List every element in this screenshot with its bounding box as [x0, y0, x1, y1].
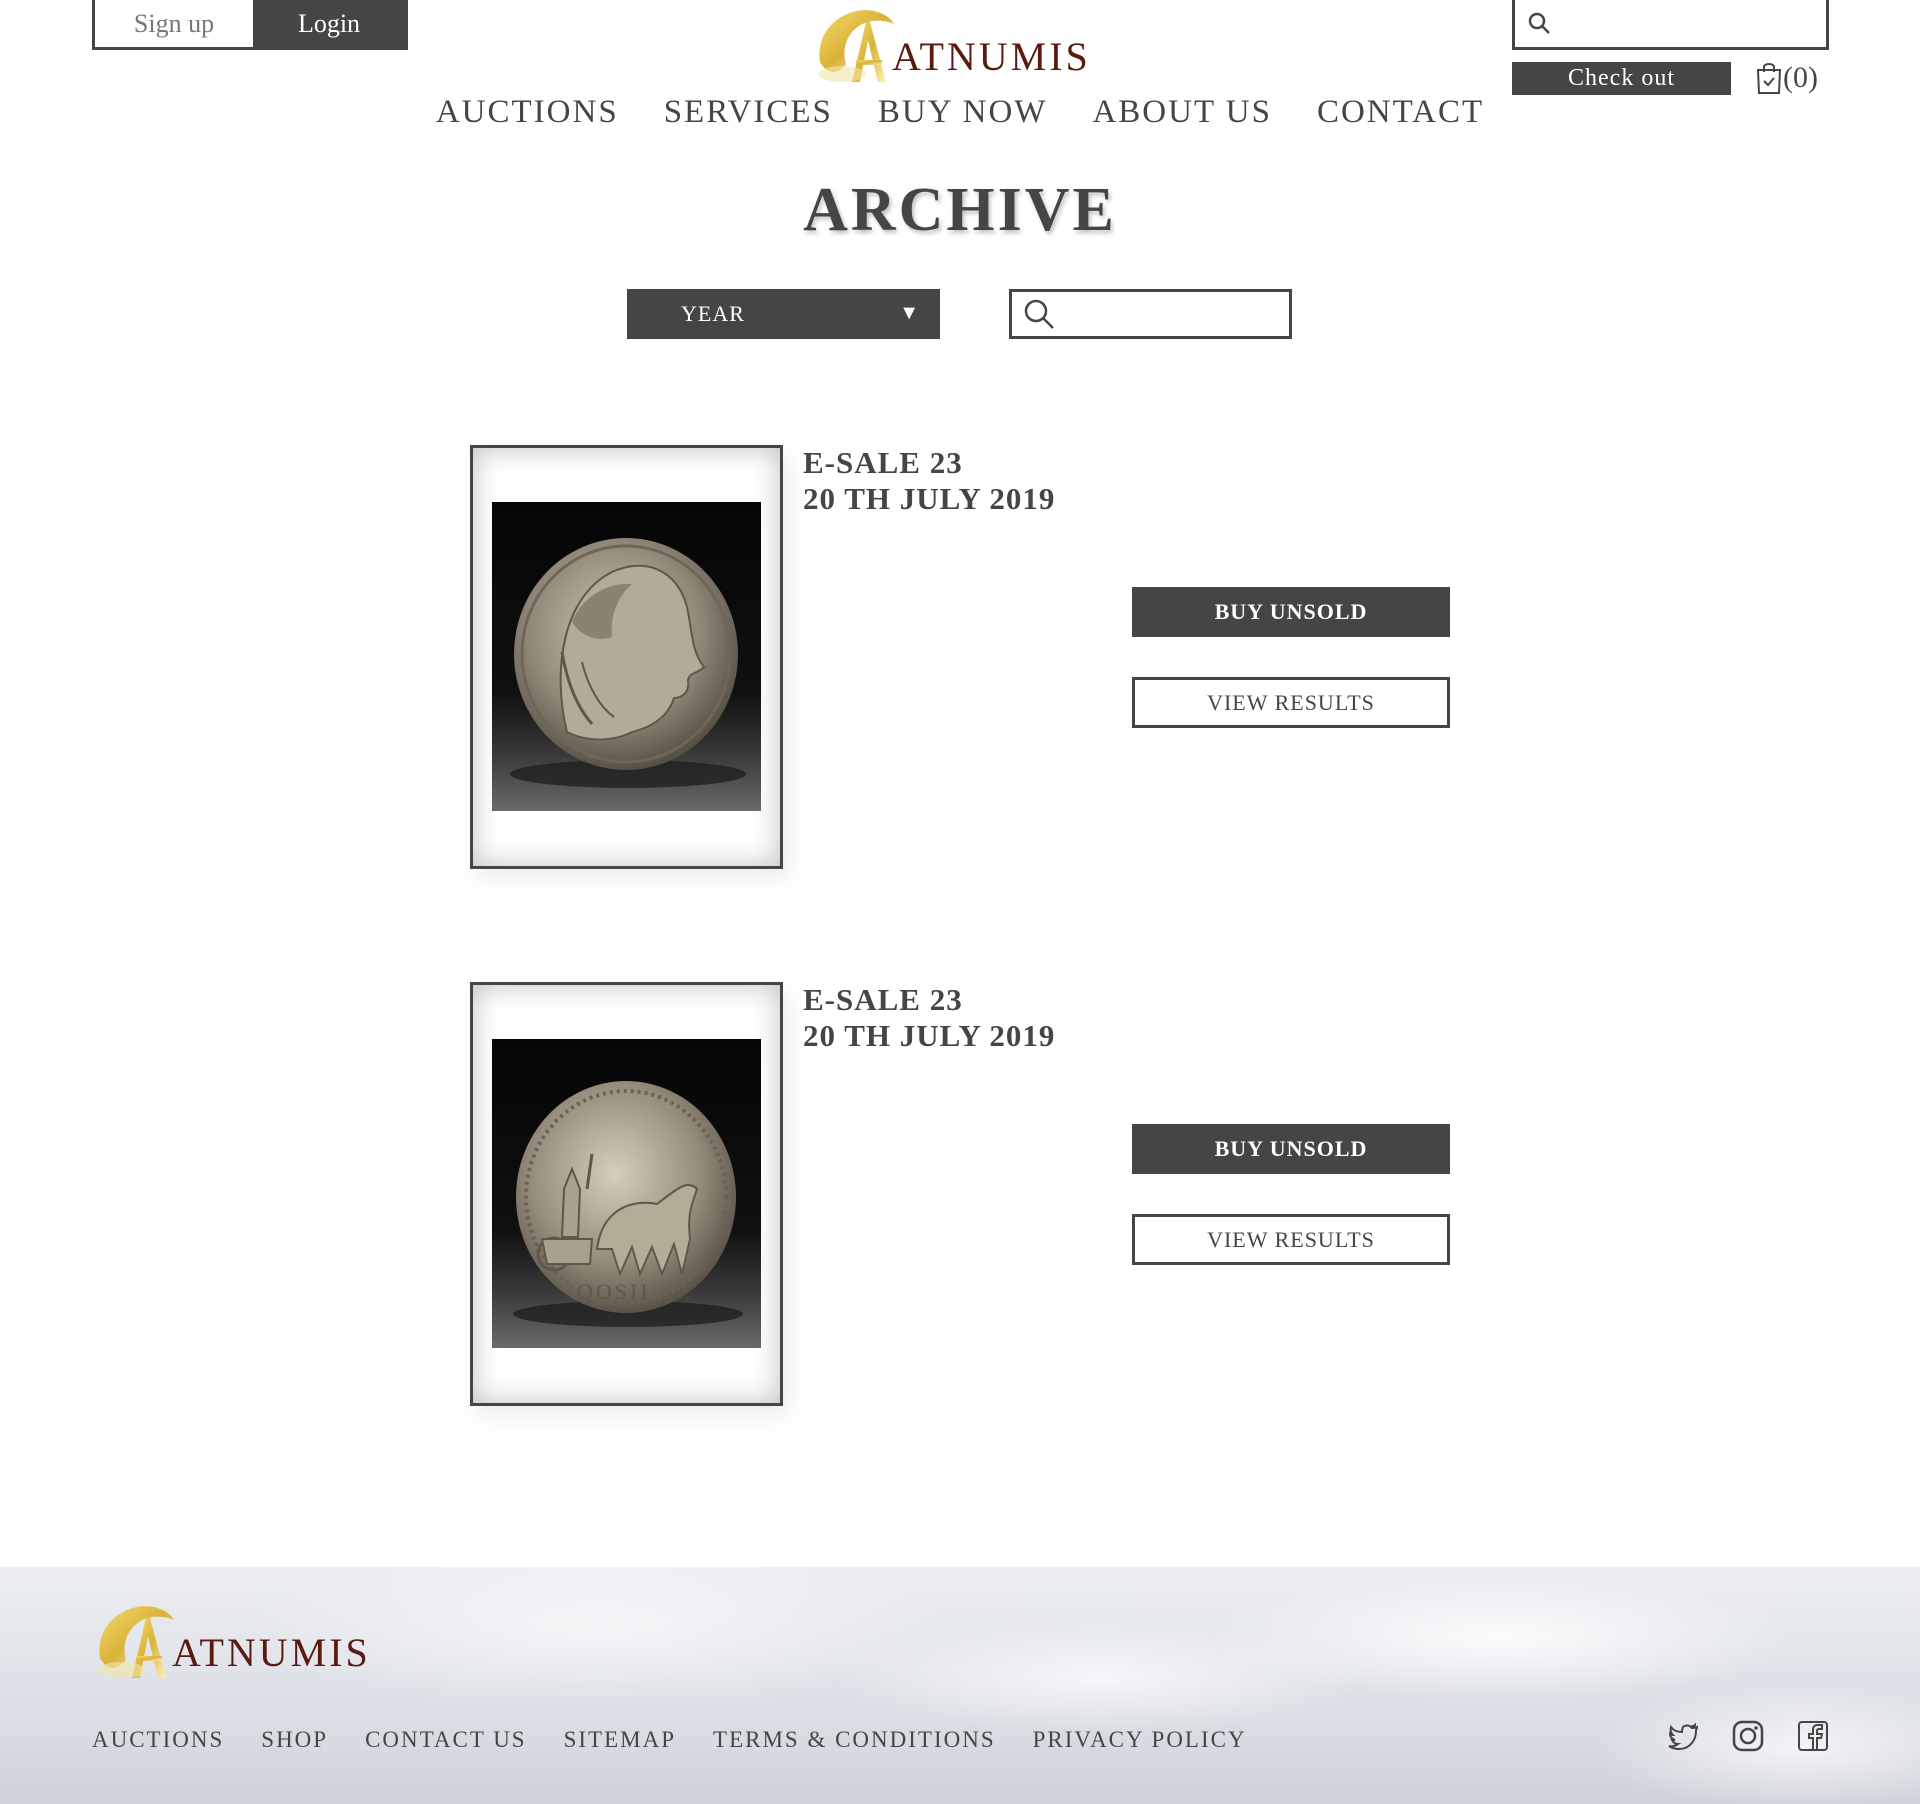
footer-nav: AUCTIONS SHOP CONTACT US SITEMAP TERMS &… — [92, 1727, 1247, 1753]
sale-date: 20 TH JULY 2019 — [803, 1018, 1056, 1053]
login-button[interactable]: Login — [253, 0, 405, 47]
cart-count: (0) — [1783, 61, 1818, 94]
footer-logo[interactable]: ATNUMIS — [92, 1600, 371, 1684]
nav-auctions[interactable]: AUCTIONS — [436, 94, 619, 131]
footer-link-auctions[interactable]: AUCTIONS — [92, 1727, 224, 1753]
svg-text:QOSII: QOSII — [577, 1279, 651, 1304]
checkout-button[interactable]: Check out — [1512, 62, 1731, 95]
buy-unsold-button[interactable]: BUY UNSOLD — [1132, 1124, 1450, 1174]
view-results-button[interactable]: VIEW RESULTS — [1132, 1214, 1450, 1265]
header-logo[interactable]: ATNUMIS — [812, 4, 1091, 88]
search-icon — [1024, 299, 1054, 329]
facebook-icon[interactable] — [1797, 1720, 1829, 1752]
view-results-button[interactable]: VIEW RESULTS — [1132, 677, 1450, 728]
coin-photo — [492, 502, 761, 811]
nav-buy-now[interactable]: BUY NOW — [878, 94, 1048, 131]
page-title: ARCHIVE — [803, 176, 1117, 244]
coin-photo: QOSII — [492, 1039, 761, 1348]
sale-date: 20 TH JULY 2019 — [803, 481, 1056, 516]
year-select[interactable]: YEAR ▼ — [627, 289, 940, 339]
year-select-label: YEAR — [681, 301, 745, 326]
logo-text: ATNUMIS — [892, 33, 1091, 79]
main-nav: AUCTIONS SERVICES BUY NOW ABOUT US CONTA… — [0, 94, 1920, 131]
instagram-icon[interactable] — [1732, 1720, 1764, 1752]
twitter-icon[interactable] — [1668, 1720, 1700, 1752]
sale-image-frame[interactable] — [470, 445, 783, 869]
logo-eagle-icon — [818, 10, 894, 82]
header-search-input[interactable] — [1512, 0, 1829, 50]
nav-about-us[interactable]: ABOUT US — [1092, 94, 1272, 131]
logo-text: ATNUMIS — [172, 1629, 371, 1675]
buy-unsold-button[interactable]: BUY UNSOLD — [1132, 587, 1450, 637]
sale-image-frame[interactable]: QOSII — [470, 982, 783, 1406]
shopping-bag-icon — [1756, 63, 1782, 94]
footer-link-terms[interactable]: TERMS & CONDITIONS — [713, 1727, 996, 1753]
footer-link-privacy[interactable]: PRIVACY POLICY — [1033, 1727, 1247, 1753]
cart-button[interactable]: (0) — [1755, 58, 1818, 98]
footer-link-sitemap[interactable]: SITEMAP — [564, 1727, 676, 1753]
archive-search-input[interactable] — [1009, 289, 1292, 339]
sale-name: E-SALE 23 — [803, 982, 963, 1017]
auth-switch: Sign up Login — [92, 0, 408, 50]
signup-button[interactable]: Sign up — [95, 0, 253, 47]
coin-head-icon — [510, 538, 746, 788]
sale-name: E-SALE 23 — [803, 445, 963, 480]
coin-chariot-icon: QOSII — [513, 1081, 743, 1327]
footer-link-contact-us[interactable]: CONTACT US — [365, 1727, 527, 1753]
footer-link-shop[interactable]: SHOP — [261, 1727, 328, 1753]
nav-contact[interactable]: CONTACT — [1317, 94, 1484, 131]
logo-eagle-icon — [98, 1606, 174, 1678]
search-icon — [1528, 12, 1550, 34]
nav-services[interactable]: SERVICES — [664, 94, 833, 131]
caret-down-icon: ▼ — [899, 302, 920, 324]
